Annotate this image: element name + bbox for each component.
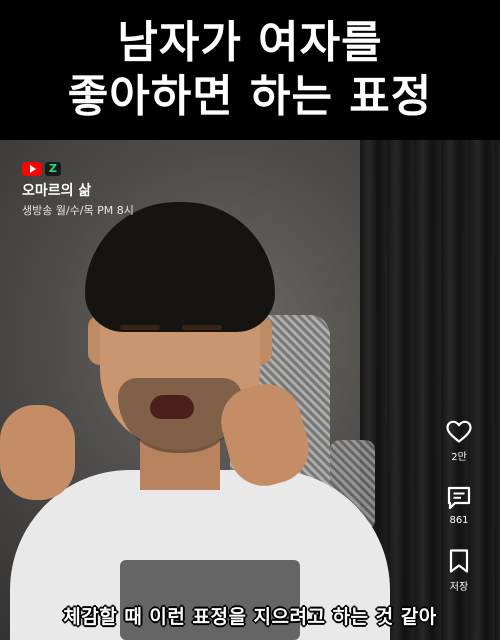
title-banner: 남자가 여자를 좋아하면 하는 표정 [0, 0, 500, 140]
video-player[interactable]: Z 오마르의 삶 생방송 월/수/목 PM 8시 2만 861 저장 체감할 때… [0, 140, 500, 640]
z-logo-icon: Z [45, 162, 61, 176]
channel-info[interactable]: Z 오마르의 삶 생방송 월/수/목 PM 8시 [22, 162, 134, 218]
channel-name[interactable]: 오마르의 삶 [22, 180, 134, 200]
person-hand-left [0, 405, 75, 500]
like-button[interactable]: 2만 [444, 420, 474, 463]
save-label: 저장 [449, 582, 469, 593]
youtube-icon [22, 162, 42, 176]
person-hair [85, 202, 275, 332]
title-line-1: 남자가 여자를 [117, 17, 383, 68]
channel-schedule: 생방송 월/수/목 PM 8시 [22, 204, 134, 217]
person-mouth [150, 395, 194, 419]
heart-icon [446, 420, 472, 443]
channel-badges: Z [22, 162, 134, 176]
subtitle-caption: 체감할 때 이런 표정을 지으려고 하는 것 같아 [63, 606, 437, 628]
person-eye-right [182, 325, 222, 330]
bookmark-icon [449, 549, 469, 573]
comment-icon [447, 486, 471, 510]
comment-button[interactable]: 861 [444, 485, 474, 526]
action-rail: 2만 861 저장 [444, 420, 474, 615]
save-button[interactable]: 저장 [444, 548, 474, 593]
title-line-2: 좋아하면 하는 표정 [67, 71, 433, 122]
comment-count: 861 [449, 515, 469, 526]
person-eye-left [120, 325, 160, 330]
like-count: 2만 [451, 452, 467, 463]
